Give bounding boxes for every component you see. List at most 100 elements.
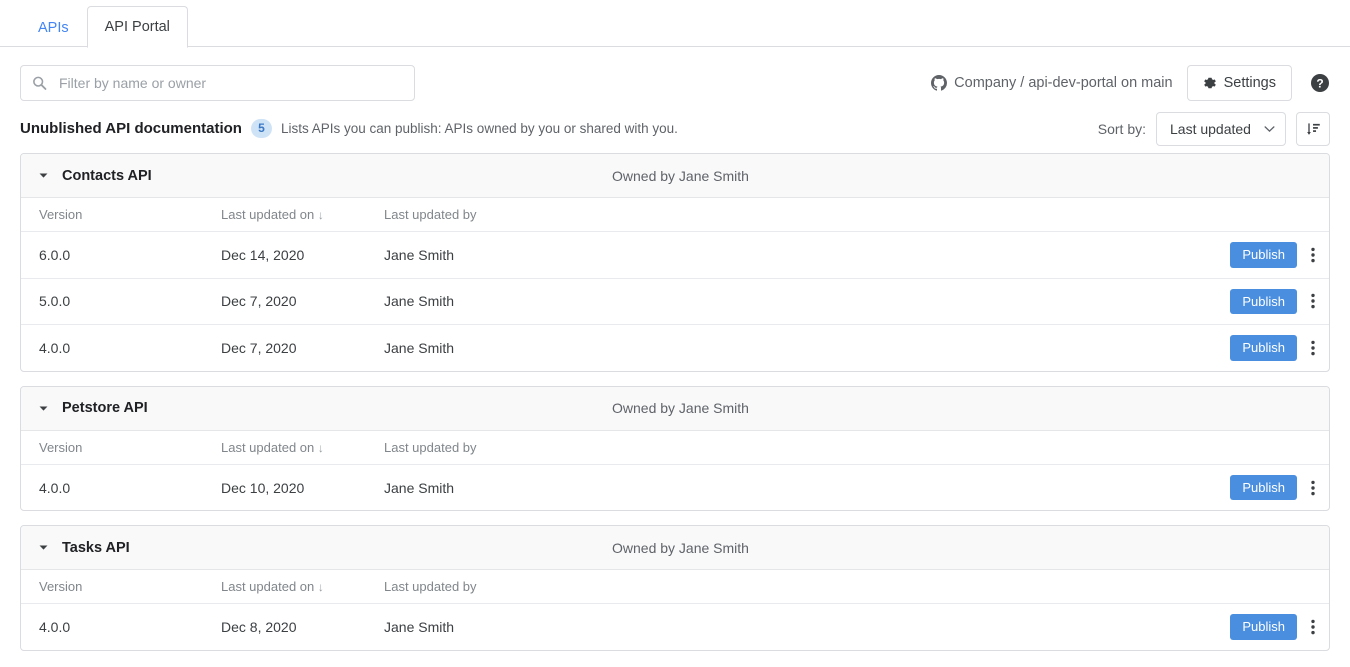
kebab-menu-icon[interactable] — [1311, 293, 1315, 309]
search-input[interactable] — [20, 65, 415, 101]
publish-button[interactable]: Publish — [1230, 474, 1297, 501]
api-group-name: Petstore API — [62, 400, 148, 417]
column-header-updated-on[interactable]: Last updated on ↓ — [221, 198, 384, 232]
tab-apis[interactable]: APIs — [20, 7, 87, 47]
tab-api-portal[interactable]: API Portal — [86, 6, 188, 48]
column-header-version: Version — [21, 198, 221, 232]
table-row: 6.0.0 Dec 14, 2020 Jane Smith Publish — [21, 231, 1329, 279]
column-header-updated-on[interactable]: Last updated on ↓ — [221, 430, 384, 465]
tab-apis-label: APIs — [38, 19, 69, 36]
publish-button[interactable]: Publish — [1230, 335, 1297, 361]
versions-table: Version Last updated on ↓ Last updated b… — [21, 430, 1329, 511]
row-actions: Publish — [1199, 242, 1329, 268]
column-header-version: Version — [21, 570, 221, 605]
publish-button[interactable]: Publish — [1230, 288, 1297, 315]
cell-version: 4.0.0 — [39, 339, 71, 356]
row-actions: Publish — [1199, 288, 1329, 315]
page-title: Unublished API documentation — [20, 120, 242, 137]
cell-actions: Publish — [1199, 325, 1329, 371]
count-badge: 5 — [250, 118, 272, 138]
row-actions: Publish — [1199, 474, 1329, 501]
versions-table-header-row: Version Last updated on ↓ Last updated b… — [21, 430, 1329, 465]
github-icon — [931, 75, 948, 91]
settings-button[interactable]: Settings — [1186, 65, 1292, 101]
svg-text:?: ? — [1316, 77, 1323, 91]
cell-version: 5.0.0 — [21, 278, 221, 326]
help-circle-icon[interactable]: ? — [1310, 73, 1330, 93]
sort-descending-icon — [1306, 122, 1320, 135]
kebab-menu-icon[interactable] — [1311, 340, 1315, 356]
column-header-actions — [1199, 430, 1329, 465]
cell-updated-on: Dec 7, 2020 — [221, 339, 297, 356]
cell-version: 4.0.0 — [39, 619, 71, 636]
row-actions: Publish — [1199, 614, 1329, 640]
section-header-left: Unublished API documentation 5 Lists API… — [20, 118, 678, 139]
api-group-owner: Owned by Jane Smith — [612, 539, 749, 556]
table-row: 4.0.0 Dec 10, 2020 Jane Smith Publish — [21, 464, 1329, 510]
publish-button[interactable]: Publish — [1230, 614, 1297, 640]
versions-table: Version Last updated on ↓ Last updated b… — [21, 198, 1329, 371]
sort-select[interactable]: Last updated — [1156, 112, 1286, 146]
cell-actions: Publish — [1199, 278, 1329, 326]
cell-version: 4.0.0 — [39, 479, 71, 496]
versions-table-head: Version Last updated on ↓ Last updated b… — [21, 198, 1329, 232]
versions-table-body: 4.0.0 Dec 8, 2020 Jane Smith Publish — [21, 604, 1329, 650]
search-field-wrapper — [20, 65, 415, 101]
publish-button[interactable]: Publish — [1230, 242, 1297, 268]
versions-table-head: Version Last updated on ↓ Last updated b… — [21, 430, 1329, 465]
repo-label: Company / api-dev-portal on main — [954, 75, 1173, 91]
caret-down-icon[interactable] — [39, 404, 48, 413]
api-group-header[interactable]: Tasks API Owned by Jane Smith — [21, 526, 1329, 571]
api-group-owner: Owned by Jane Smith — [612, 400, 749, 417]
api-group-header[interactable]: Petstore API Owned by Jane Smith — [21, 386, 1329, 431]
kebab-menu-icon[interactable] — [1311, 480, 1315, 496]
table-row: 4.0.0 Dec 7, 2020 Jane Smith Publish — [21, 325, 1329, 371]
api-group-owner: Owned by Jane Smith — [612, 167, 749, 184]
tab-list: APIs API Portal — [20, 0, 1350, 48]
versions-table-body: 4.0.0 Dec 10, 2020 Jane Smith Publish — [21, 464, 1329, 510]
column-header-actions — [1199, 198, 1329, 232]
repo-info: Company / api-dev-portal on main — [931, 75, 1173, 91]
cell-updated-on: Dec 8, 2020 — [221, 619, 297, 636]
api-group-header[interactable]: Contacts API Owned by Jane Smith — [21, 154, 1329, 198]
api-group-0: Contacts API Owned by Jane Smith Version… — [20, 153, 1330, 372]
section-description: Lists APIs you can publish: APIs owned b… — [280, 121, 678, 136]
table-row: 4.0.0 Dec 8, 2020 Jane Smith Publish — [21, 604, 1329, 650]
versions-table-header-row: Version Last updated on ↓ Last updated b… — [21, 570, 1329, 605]
sort-by-label: Sort by: — [1097, 121, 1146, 137]
kebab-menu-icon[interactable] — [1311, 619, 1315, 635]
cell-updated-on: Dec 14, 2020 — [221, 231, 384, 279]
versions-table-head: Version Last updated on ↓ Last updated b… — [21, 570, 1329, 605]
sort-indicator-icon: ↓ — [317, 208, 324, 222]
cell-updated-by: Jane Smith — [384, 231, 1199, 279]
tab-strip: APIs API Portal — [0, 0, 1350, 48]
versions-table-body: 6.0.0 Dec 14, 2020 Jane Smith Publish 5.… — [21, 231, 1329, 371]
cell-updated-by: Jane Smith — [384, 479, 455, 496]
api-group-2: Tasks API Owned by Jane Smith Version La… — [20, 525, 1330, 651]
sort-select-wrapper: Last updated — [1156, 112, 1286, 146]
row-actions: Publish — [1199, 335, 1329, 361]
sort-indicator-icon: ↓ — [317, 440, 324, 455]
cell-updated-by: Jane Smith — [384, 278, 1199, 326]
api-group-name: Tasks API — [62, 539, 130, 556]
column-header-updated-by: Last updated by — [384, 198, 1199, 232]
cell-updated-on: Dec 10, 2020 — [221, 479, 305, 496]
cell-updated-by: Jane Smith — [384, 339, 455, 356]
sort-direction-button[interactable] — [1296, 112, 1330, 146]
kebab-menu-icon[interactable] — [1311, 247, 1315, 263]
sort-indicator-icon: ↓ — [317, 580, 324, 595]
toolbar-right-group: Company / api-dev-portal on main Setting… — [931, 65, 1330, 101]
versions-table: Version Last updated on ↓ Last updated b… — [21, 570, 1329, 650]
cell-actions: Publish — [1199, 604, 1329, 650]
cell-actions: Publish — [1199, 231, 1329, 279]
toolbar: Company / api-dev-portal on main Setting… — [0, 47, 1350, 105]
cell-version: 6.0.0 — [21, 231, 221, 279]
caret-down-icon[interactable] — [39, 171, 48, 180]
tab-api-portal-label: API Portal — [104, 19, 170, 35]
column-header-version: Version — [21, 430, 221, 465]
section-header-bar: Unublished API documentation 5 Lists API… — [0, 105, 1350, 153]
gear-icon — [1203, 77, 1216, 89]
column-header-updated-on[interactable]: Last updated on ↓ — [221, 570, 384, 605]
caret-down-icon[interactable] — [39, 543, 48, 552]
sort-controls: Sort by: Last updated — [1098, 112, 1330, 146]
